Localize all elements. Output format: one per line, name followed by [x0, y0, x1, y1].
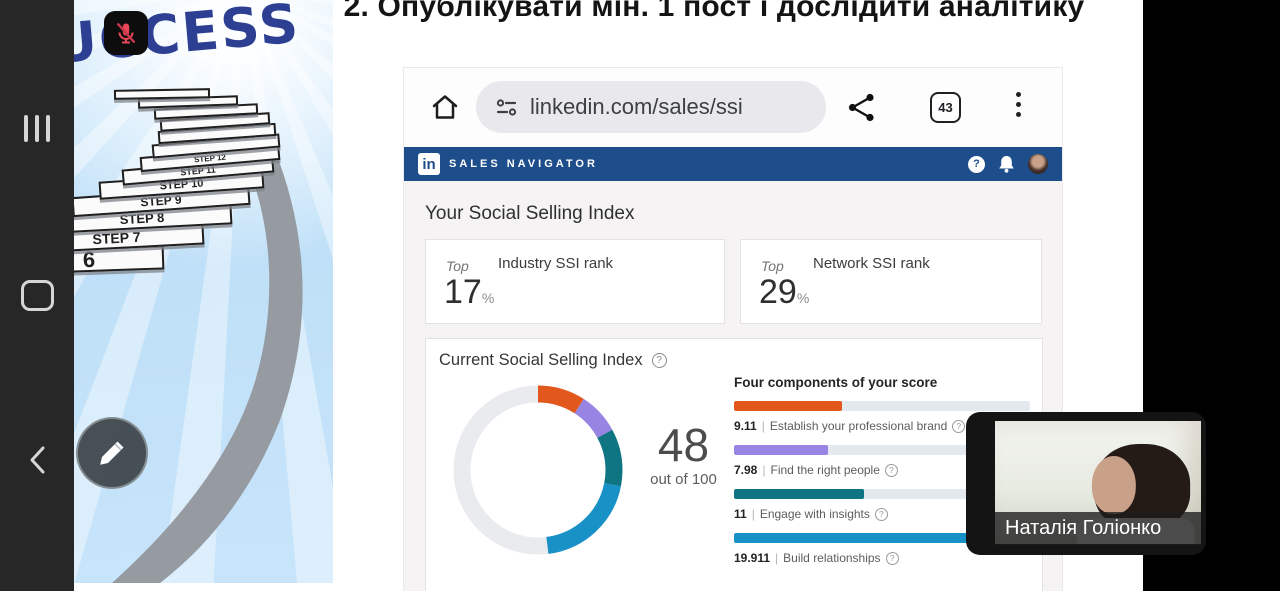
rank-value: 17%	[444, 273, 495, 311]
browser-menu-icon[interactable]	[1016, 92, 1022, 122]
url-text: linkedin.com/sales/ssi	[530, 94, 743, 119]
slide-title: 2. Опублікувати мін. 1 пост і дослідити …	[343, 0, 1085, 23]
page-heading: Your Social Selling Index	[425, 203, 635, 224]
help-icon[interactable]: ?	[884, 463, 898, 477]
component-label: Find the right people	[770, 463, 880, 477]
component-value: 7.98	[734, 463, 758, 477]
home-button[interactable]	[0, 258, 74, 332]
url-bar[interactable]: linkedin.com/sales/ssi	[476, 81, 826, 133]
rank-card-label: Network SSI rank	[813, 255, 930, 272]
linkedin-logo[interactable]: in	[418, 153, 440, 175]
home-icon	[20, 279, 54, 311]
sales-navigator-header: in SALES NAVIGATOR ?	[404, 147, 1062, 181]
success-stairs-illustration: SUCCESS 6 STEP 7 STEP 8 STEP 9 STEP 10 STEP 1…	[74, 0, 333, 583]
component-bar-fill	[734, 445, 829, 455]
participant-name: Наталія Голіонко	[995, 512, 1201, 545]
help-icon[interactable]: ?	[651, 353, 667, 368]
rank-card-label: Industry SSI rank	[498, 255, 614, 272]
profile-avatar[interactable]	[1028, 154, 1048, 174]
component-value: 19.911	[734, 551, 771, 565]
current-ssi-title: Current Social Selling Index	[439, 351, 643, 369]
back-chevron-icon	[30, 446, 45, 474]
browser-home-icon[interactable]	[430, 92, 460, 122]
top-label: Top	[446, 258, 469, 274]
sales-navigator-brand: SALES NAVIGATOR	[449, 158, 598, 170]
component-bar-fill	[734, 533, 970, 543]
help-icon[interactable]: ?	[874, 507, 888, 521]
back-button[interactable]	[0, 423, 74, 497]
pencil-icon	[100, 441, 124, 465]
browser-screenshot: linkedin.com/sales/ssi 43 in SALES NAVIG…	[404, 68, 1062, 591]
tab-counter[interactable]: 43	[930, 92, 961, 123]
notifications-bell-icon[interactable]	[998, 155, 1015, 173]
network-ssi-rank-card: Top Network SSI rank 29%	[740, 239, 1042, 324]
components-heading: Four components of your score	[734, 375, 938, 390]
component-bar-fill	[734, 401, 842, 411]
ssi-donut-chart	[453, 385, 623, 555]
screen: 2. Опублікувати мін. 1 пост і дослідити …	[0, 0, 1280, 591]
ssi-score: 48 out of 100	[626, 421, 741, 488]
component-label: Establish your professional brand	[769, 419, 948, 433]
rank-value: 29%	[759, 273, 810, 311]
top-label: Top	[761, 258, 784, 274]
android-nav-rail	[0, 0, 74, 591]
current-ssi-card: Current Social Selling Index ? 48 out of…	[425, 338, 1043, 591]
microphone-muted-badge[interactable]	[104, 11, 148, 55]
annotate-button[interactable]	[76, 417, 148, 489]
help-icon[interactable]: ?	[885, 551, 899, 565]
share-icon[interactable]	[846, 92, 877, 123]
score-caption: out of 100	[650, 471, 717, 488]
recents-button[interactable]	[0, 91, 74, 165]
recents-icon	[24, 114, 50, 142]
header-help-icon[interactable]: ?	[968, 155, 985, 173]
component-value: 11	[734, 507, 747, 521]
mic-off-icon	[116, 22, 136, 44]
participant-video-tile[interactable]: Наталія Голіонко	[966, 412, 1206, 555]
ssi-page: Your Social Selling Index Top Industry S…	[404, 181, 1062, 591]
site-controls-icon	[496, 98, 517, 116]
stair-step-small	[113, 88, 211, 100]
component-bar-track	[734, 401, 1030, 411]
score-number: 48	[657, 419, 710, 471]
component-label: Engage with insights	[759, 507, 870, 521]
component-label: Build relationships	[783, 551, 881, 565]
help-icon[interactable]: ?	[952, 419, 966, 433]
component-bar-fill	[734, 489, 865, 499]
browser-toolbar: linkedin.com/sales/ssi 43	[404, 68, 1062, 147]
industry-ssi-rank-card: Top Industry SSI rank 17%	[425, 239, 725, 324]
component-value: 9.11	[734, 419, 757, 433]
